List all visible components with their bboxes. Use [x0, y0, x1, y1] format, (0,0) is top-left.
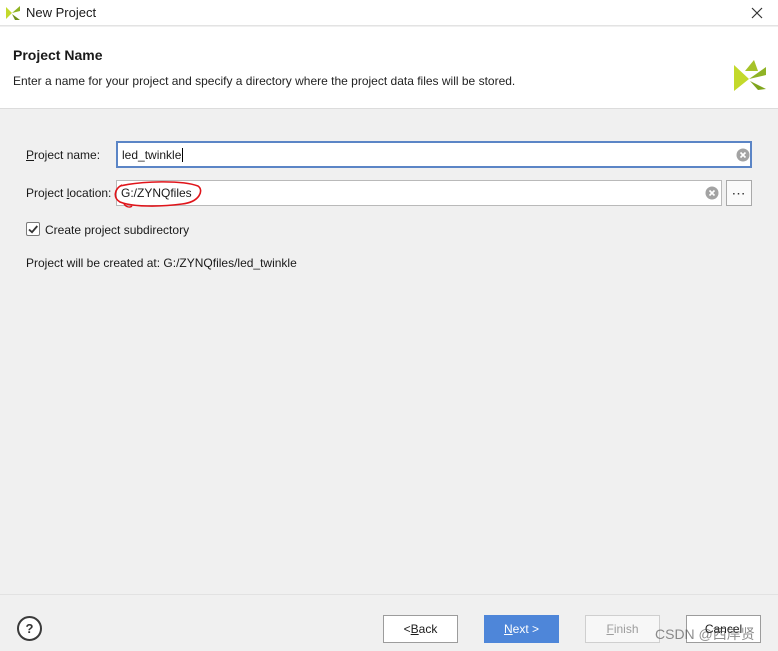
project-name-value: led_twinkle	[122, 148, 184, 162]
close-icon	[751, 7, 763, 19]
wizard-header: Project Name Enter a name for your proje…	[0, 27, 778, 109]
project-name-input[interactable]: led_twinkle	[116, 141, 752, 168]
vivado-logo-icon	[6, 6, 20, 20]
footer-divider	[0, 594, 778, 595]
finish-button[interactable]: Finish	[585, 615, 660, 643]
page-title: Project Name	[13, 47, 103, 63]
create-subdirectory-checkbox[interactable]	[26, 222, 40, 236]
close-button[interactable]	[744, 2, 770, 24]
create-subdirectory-label[interactable]: Create project subdirectory	[45, 223, 189, 237]
help-button[interactable]: ?	[17, 616, 42, 641]
browse-button[interactable]: ⋯	[726, 180, 752, 206]
next-button[interactable]: Next >	[484, 615, 559, 643]
clear-icon[interactable]	[705, 186, 719, 200]
window-title: New Project	[26, 5, 97, 20]
checkmark-icon	[28, 225, 38, 234]
window-titlebar: New Project	[0, 0, 778, 26]
red-circle-annotation	[114, 181, 202, 208]
back-button[interactable]: < Back	[383, 615, 458, 643]
help-icon: ?	[25, 621, 34, 636]
project-location-label: Project location:	[26, 186, 112, 200]
project-location-input[interactable]: G:/ZYNQfiles	[116, 180, 722, 206]
ellipsis-icon: ⋯	[731, 184, 747, 201]
project-name-label: Project name:	[26, 148, 101, 162]
clear-icon[interactable]	[736, 148, 750, 162]
vivado-logo-icon	[734, 60, 766, 91]
page-description: Enter a name for your project and specif…	[13, 74, 516, 88]
project-path-info: Project will be created at: G:/ZYNQfiles…	[26, 256, 297, 270]
watermark: CSDN @西岸贤	[655, 626, 755, 642]
